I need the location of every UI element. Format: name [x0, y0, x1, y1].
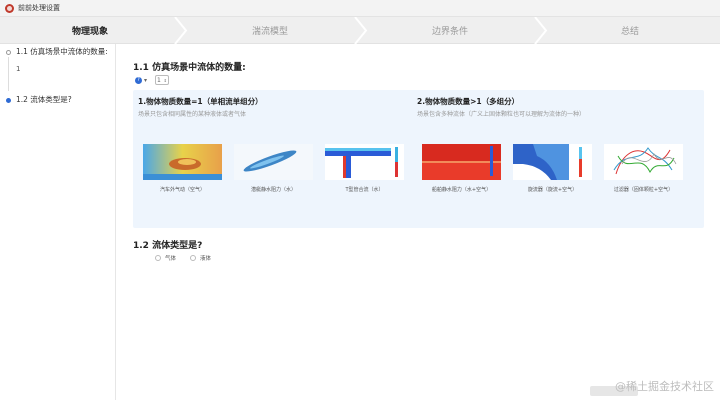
step-boundary[interactable]: 边界条件 [360, 17, 540, 44]
example-caption: 旋流器（旋流+空气） [527, 187, 578, 193]
example-caption: 潜艇静水阻力（水） [250, 187, 296, 193]
section2-title: 1.2 流体类型是? [133, 241, 203, 251]
single-phase-title: 1.物体物质数量=1（单相流单组分） [138, 97, 263, 106]
window-titlebar: 前前处理设置 [0, 0, 720, 17]
section1-title: 1.1 仿真场景中流体的数量: [133, 63, 246, 73]
toc-item-fluid-type[interactable]: 1.2 流体类型是? [6, 95, 115, 105]
example-caption: 过滤器（固体颗粒+空气） [613, 187, 674, 193]
step-physics[interactable]: 物理现象 [0, 17, 180, 44]
main-content: 1.1 仿真场景中流体的数量: ? ▾ 1 ⇕ 1.物体物质数量=1（单相流单组分… [133, 44, 708, 400]
fluid-type-options: 气体 液体 [155, 254, 225, 262]
step-turbulence[interactable]: 湍流模型 [180, 17, 360, 44]
example-caption: T型管合流（水） [345, 187, 384, 193]
fluid-count-panel: 1.物体物质数量=1（单相流单组分） 场景只包含相同属性的某种液体或者气体 2.… [133, 90, 704, 228]
single-phase-desc: 场景只包含相同属性的某种液体或者气体 [138, 111, 247, 118]
app-logo-icon [5, 3, 14, 13]
fluid-count-stepper[interactable]: 1 ⇕ [155, 75, 170, 85]
window-title: 前前处理设置 [18, 4, 60, 12]
watermark: @稀土掘金技术社区 [615, 380, 714, 393]
help-icon[interactable]: ? [135, 76, 142, 84]
toc-dot-active-icon [6, 98, 11, 103]
multi-phase-desc: 场景包含多种流体（广义上固体颗粒也可以理解为流体的一种） [417, 111, 586, 118]
radio-gas-label[interactable]: 气体 [165, 254, 176, 262]
toc-connector: 1 [8, 57, 20, 91]
multi-phase-title: 2.物体物质数量>1（多组分） [417, 97, 520, 106]
step-summary[interactable]: 总结 [540, 17, 720, 44]
fluid-count-row: ? ▾ 1 ⇕ [135, 75, 170, 85]
dropdown-caret-icon[interactable]: ▾ [144, 77, 147, 84]
toc-answer: 1 [16, 65, 21, 73]
example-caption: 汽车外气动（空气） [159, 187, 205, 193]
toc-item-fluid-count[interactable]: 1.1 仿真场景中流体的数量: [6, 47, 115, 57]
radio-gas[interactable] [155, 255, 161, 261]
wizard-step-bar: 物理现象 湍流模型 边界条件 总结 [0, 17, 720, 44]
cyclone-image [513, 144, 592, 180]
sidebar-toc: 1.1 仿真场景中流体的数量: 1 1.2 流体类型是? [0, 44, 116, 400]
example-caption: 船舶静水阻力（水+空气） [431, 187, 492, 193]
toc-dot-icon [6, 50, 11, 55]
tee-pipe-image [325, 144, 404, 180]
radio-liquid-label[interactable]: 液体 [200, 254, 211, 262]
radio-liquid[interactable] [190, 255, 197, 261]
ship-resistance-image [422, 144, 501, 180]
car-aero-image [143, 144, 222, 180]
filter-particles-image [604, 144, 683, 180]
submarine-image [234, 144, 313, 180]
